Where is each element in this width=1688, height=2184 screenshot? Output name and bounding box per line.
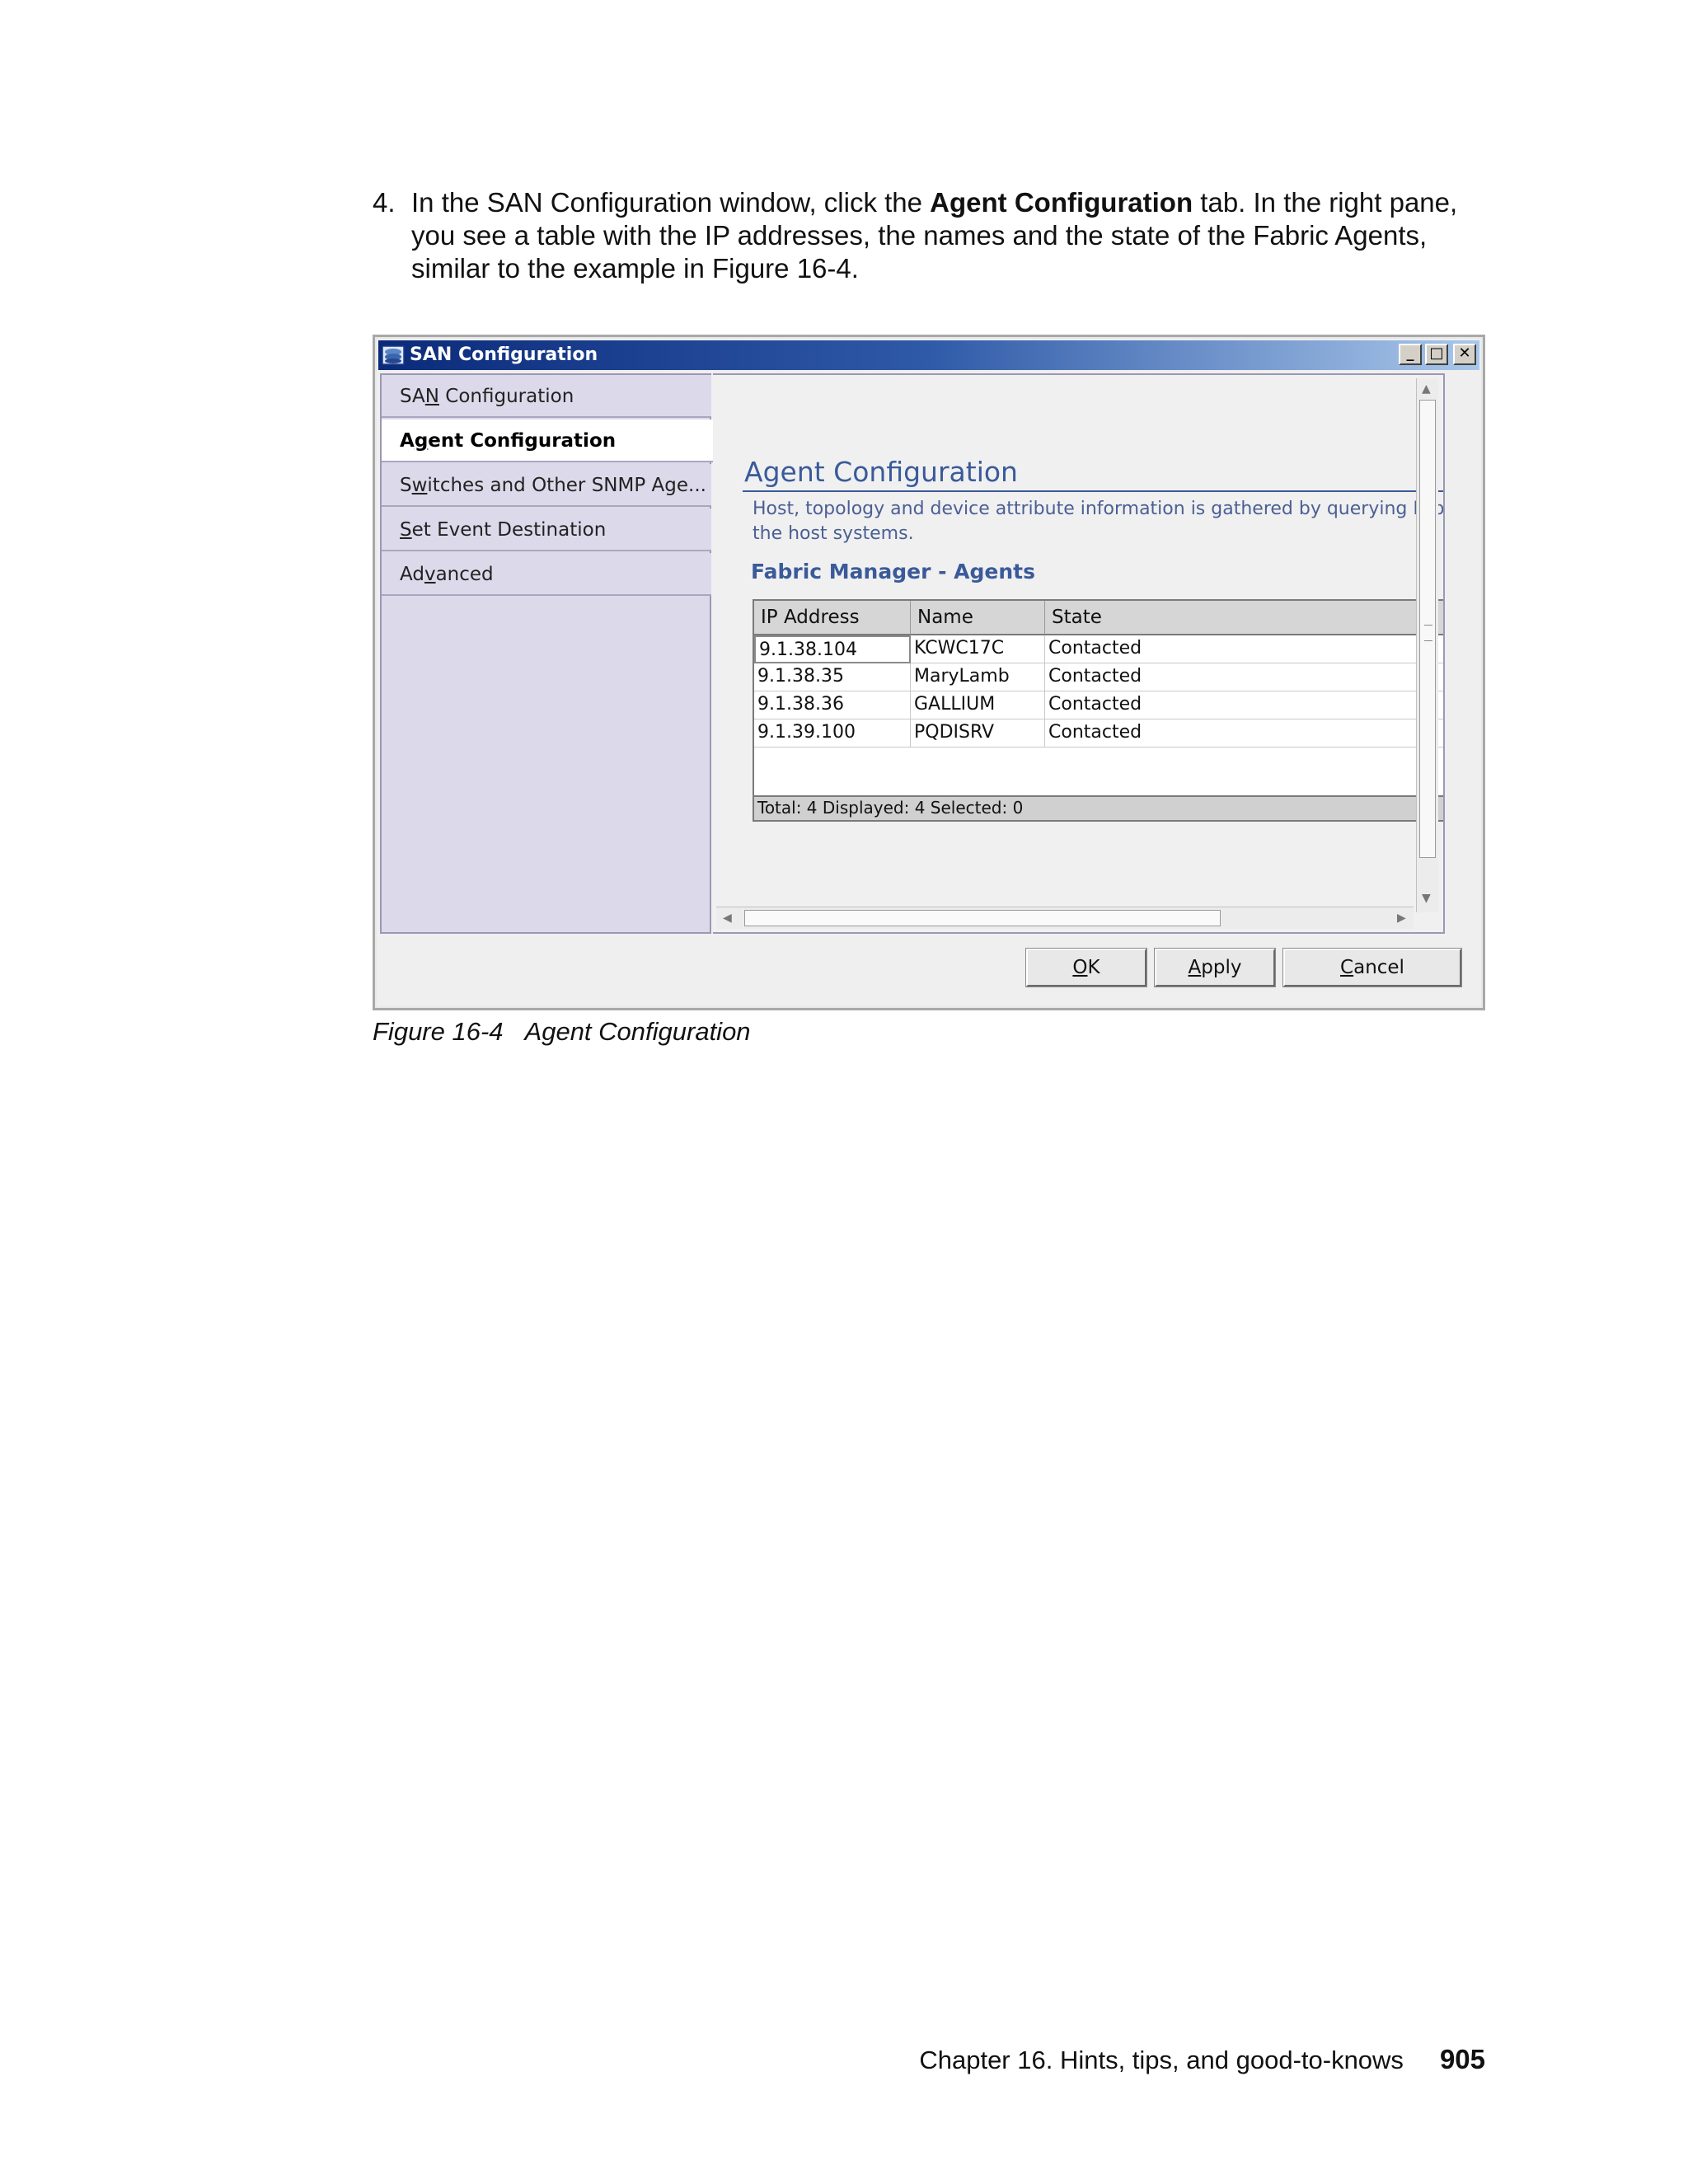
table-status-bar: Total: 4 Displayed: 4 Selected: 0: [754, 795, 1443, 820]
cancel-button[interactable]: Cancel: [1283, 949, 1461, 987]
table-cell[interactable]: KCWC17C: [911, 635, 1045, 663]
agents-table: IP Address Name State 9.1.38.104 KCWC17C…: [753, 599, 1443, 822]
nav-item-set-event-destination[interactable]: Set Event Destination: [382, 509, 711, 551]
scroll-up-icon[interactable]: ▲: [1422, 383, 1431, 395]
minimize-button[interactable]: _: [1399, 344, 1422, 365]
title-bar[interactable]: SAN Configuration _ □ ✕: [378, 340, 1479, 370]
content-pane: Agent Configuration Host, topology and d…: [713, 373, 1445, 934]
nav-item-advanced[interactable]: Advanced: [382, 553, 711, 596]
column-header-name[interactable]: Name: [911, 601, 1045, 635]
nav-panel: SAN Configuration Agent Configuration Sw…: [380, 373, 718, 934]
horizontal-scrollbar[interactable]: ◀ ▶: [716, 907, 1414, 929]
nav-item-san-configuration[interactable]: SAN Configuration: [382, 375, 711, 418]
table-cell[interactable]: 9.1.39.100: [754, 719, 911, 748]
table-cell[interactable]: 9.1.38.104: [754, 635, 911, 663]
step-number: 4.: [373, 187, 396, 218]
column-header-ip[interactable]: IP Address: [754, 601, 911, 635]
ok-button[interactable]: OK: [1026, 949, 1146, 987]
table-cell[interactable]: PQDISRV: [911, 719, 1045, 748]
horizontal-scroll-thumb[interactable]: [744, 910, 1221, 926]
vertical-scrollbar[interactable]: ▲ ▼: [1416, 378, 1438, 912]
instruction-step: 4. In the SAN Configuration window, clic…: [373, 186, 1493, 285]
apply-button[interactable]: Apply: [1155, 949, 1275, 987]
page-footer: Chapter 16. Hints, tips, and good-to-kno…: [919, 2044, 1485, 2075]
page-number: 905: [1439, 2044, 1485, 2074]
table-cell[interactable]: Contacted: [1045, 691, 1443, 719]
close-button[interactable]: ✕: [1453, 344, 1476, 365]
grip-icon: [1424, 625, 1432, 641]
table-cell[interactable]: 9.1.38.36: [754, 691, 911, 719]
table-cell[interactable]: MaryLamb: [911, 663, 1045, 691]
table-cell[interactable]: Contacted: [1045, 663, 1443, 691]
nav-item-agent-configuration[interactable]: Agent Configuration: [382, 419, 718, 462]
chapter-title: Chapter 16. Hints, tips, and good-to-kno…: [919, 2046, 1404, 2074]
column-header-state[interactable]: State: [1045, 601, 1443, 635]
app-icon: [382, 345, 405, 365]
heading-divider: [743, 490, 1443, 492]
content-heading: Agent Configuration: [744, 456, 1018, 488]
section-title: Fabric Manager - Agents: [751, 560, 1036, 583]
san-configuration-window: SAN Configuration _ □ ✕ SAN Configuratio…: [373, 335, 1485, 1010]
table-cell[interactable]: GALLIUM: [911, 691, 1045, 719]
figure-title: Agent Configuration: [524, 1017, 751, 1046]
figure-caption: Figure 16-4 Agent Configuration: [373, 1017, 751, 1047]
scroll-right-icon[interactable]: ▶: [1397, 912, 1406, 924]
maximize-button[interactable]: □: [1425, 344, 1448, 365]
window-title: SAN Configuration: [410, 344, 598, 365]
figure-label: Figure 16-4: [373, 1017, 504, 1046]
content-description: Host, topology and device attribute info…: [753, 499, 1445, 544]
table-cell[interactable]: 9.1.38.35: [754, 663, 911, 691]
scroll-left-icon[interactable]: ◀: [723, 912, 732, 924]
scroll-down-icon[interactable]: ▼: [1422, 893, 1431, 904]
table-cell[interactable]: Contacted: [1045, 719, 1443, 748]
nav-item-switches-snmp[interactable]: Switches and Other SNMP Age...: [382, 464, 711, 507]
step-text: In the SAN Configuration window, click t…: [411, 187, 1458, 284]
step-bold-term: Agent Configuration: [930, 187, 1193, 218]
vertical-scroll-thumb[interactable]: [1419, 400, 1436, 858]
table-cell[interactable]: Contacted: [1045, 635, 1443, 663]
